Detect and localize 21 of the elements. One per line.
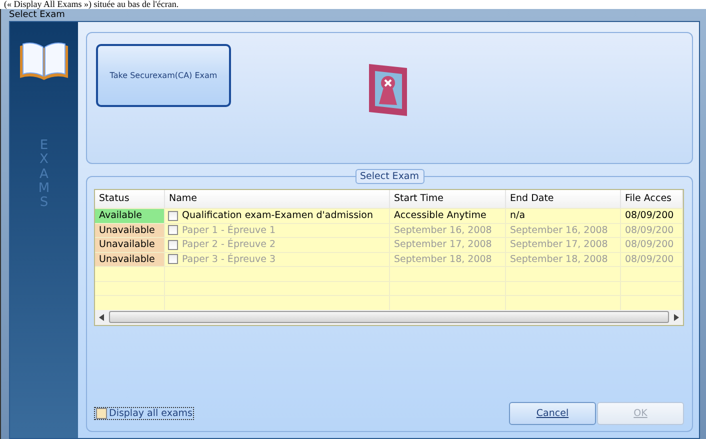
keyhole-icon <box>367 62 409 118</box>
exam-name: Paper 1 - Épreuve 1 <box>182 224 276 237</box>
status-cell: Available <box>95 209 165 222</box>
group-title: Select Exam <box>354 169 424 184</box>
row-checkbox[interactable] <box>168 210 178 221</box>
cancel-button[interactable]: Cancel <box>509 402 596 425</box>
table-row[interactable]: Available Qualification exam-Examen d'admission Accessible Anytime n/a 08/09/200 <box>95 208 683 222</box>
window-title: Select Exam <box>9 9 66 21</box>
exam-name: Paper 3 - Épreuve 3 <box>182 252 276 266</box>
take-exam-button[interactable]: Take Securexam(CA) Exam <box>96 44 231 107</box>
scrollbar-thumb[interactable] <box>109 311 669 323</box>
status-cell: Unavailable <box>95 238 165 252</box>
status-cell: Unavailable <box>95 224 165 237</box>
left-arrow-icon[interactable] <box>99 314 104 320</box>
exam-name: Paper 2 - Épreuve 2 <box>182 238 276 252</box>
status-cell: Unavailable <box>95 252 165 266</box>
right-arrow-icon[interactable] <box>674 314 679 320</box>
document-caption: (« Display All Exams ») située au bas de l'écran. <box>3 0 180 9</box>
display-all-checkbox[interactable]: Display all exams <box>94 407 194 420</box>
horizontal-scrollbar[interactable] <box>95 310 683 324</box>
exam-name: Qualification exam-Examen d'admission <box>182 209 373 222</box>
